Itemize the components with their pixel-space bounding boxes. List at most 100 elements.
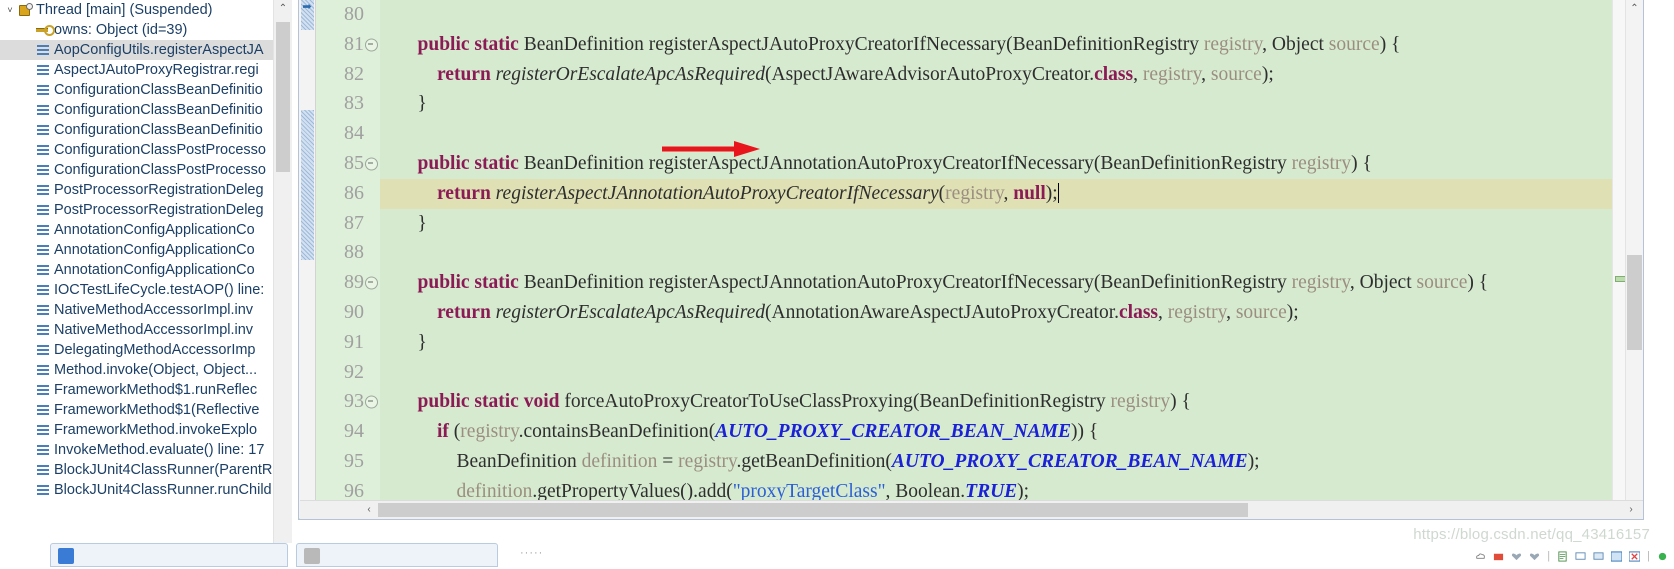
code-token: static bbox=[474, 152, 519, 174]
stack-frame-row[interactable]: ConfigurationClassPostProcesso bbox=[0, 140, 274, 160]
scroll-up-icon[interactable]: ⌃ bbox=[274, 0, 292, 18]
stack-frame-label: ConfigurationClassBeanDefinitio bbox=[54, 82, 263, 98]
stack-frame-icon bbox=[34, 240, 52, 260]
code-line[interactable]: public static BeanDefinition registerAsp… bbox=[380, 268, 1643, 298]
stack-frame-row[interactable]: owns: Object (id=39) bbox=[0, 20, 274, 40]
stack-frame-label: NativeMethodAccessorImpl.inv bbox=[54, 302, 254, 318]
stack-frame-row[interactable]: BlockJUnit4ClassRunner.runChild bbox=[0, 480, 274, 500]
fold-collapse-icon[interactable] bbox=[365, 395, 378, 409]
code-token: , bbox=[1003, 182, 1014, 204]
scrollbar-thumb[interactable] bbox=[1627, 255, 1642, 350]
code-line[interactable]: } bbox=[380, 89, 1643, 119]
stack-frame-row[interactable]: AspectJAutoProxyRegistrar.regi bbox=[0, 60, 274, 80]
stack-frame-row[interactable]: AnnotationConfigApplicationCo bbox=[0, 240, 274, 260]
taskbar-app-icon[interactable] bbox=[58, 548, 74, 564]
line-number: 81 bbox=[316, 30, 380, 60]
tray-heart-icon[interactable] bbox=[1511, 551, 1522, 562]
code-token: ); bbox=[1045, 182, 1058, 204]
fold-collapse-icon[interactable] bbox=[365, 157, 378, 171]
stack-frame-row[interactable]: ConfigurationClassBeanDefinitio bbox=[0, 100, 274, 120]
code-line[interactable]: return registerOrEscalateApcAsRequired(A… bbox=[380, 60, 1643, 90]
taskbar-window-1[interactable] bbox=[50, 543, 288, 567]
stack-frame-icon bbox=[34, 380, 52, 400]
stack-frame-row[interactable]: FrameworkMethod.invokeExplo bbox=[0, 420, 274, 440]
scrollbar-thumb[interactable] bbox=[276, 22, 290, 172]
fold-collapse-icon[interactable] bbox=[365, 38, 378, 52]
stack-frame-row[interactable]: PostProcessorRegistrationDeleg bbox=[0, 200, 274, 220]
code-line[interactable] bbox=[380, 238, 1643, 268]
tray-window-icon[interactable] bbox=[1611, 550, 1623, 562]
stack-frame-row[interactable]: ConfigurationClassPostProcesso bbox=[0, 160, 274, 180]
expand-chevron-icon[interactable]: ˅ bbox=[4, 0, 16, 20]
code-token: registry bbox=[1142, 63, 1202, 85]
stack-frame-icon bbox=[34, 100, 52, 120]
tray-mail-icon[interactable] bbox=[1493, 551, 1504, 562]
stack-frame-row[interactable]: ˅ Thread [main] (Suspended) bbox=[0, 0, 274, 20]
editor-horizontal-scrollbar[interactable]: ‹ › bbox=[300, 500, 1643, 519]
scroll-left-icon[interactable]: ‹ bbox=[360, 501, 378, 519]
code-line[interactable]: BeanDefinition definition = registry.get… bbox=[380, 447, 1643, 477]
editor-vertical-scrollbar[interactable]: ⌃ ⌄ bbox=[1612, 0, 1643, 518]
stack-frame-label: AopConfigUtils.registerAspectJA bbox=[54, 42, 264, 58]
line-number: 90 bbox=[316, 298, 380, 328]
fold-collapse-icon[interactable] bbox=[365, 276, 378, 290]
stack-frame-row[interactable]: ConfigurationClassBeanDefinitio bbox=[0, 120, 274, 140]
stack-frame-row[interactable]: NativeMethodAccessorImpl.inv bbox=[0, 320, 274, 340]
code-line[interactable]: } bbox=[380, 328, 1643, 358]
stack-frame-row[interactable]: DelegatingMethodAccessorImp bbox=[0, 340, 274, 360]
tray-heart-icon[interactable] bbox=[1529, 551, 1540, 562]
stack-frame-label: PostProcessorRegistrationDeleg bbox=[54, 202, 264, 218]
stack-frame-icon bbox=[34, 480, 52, 500]
stack-frame-row[interactable]: PostProcessorRegistrationDeleg bbox=[0, 180, 274, 200]
code-line-current[interactable]: return registerAspectJAnnotationAutoProx… bbox=[380, 178, 1643, 209]
stack-frame-row[interactable]: FrameworkMethod$1(Reflective bbox=[0, 400, 274, 420]
stack-frame-row[interactable]: AopConfigUtils.registerAspectJA bbox=[0, 40, 274, 60]
stack-frame-row[interactable]: IOCTestLifeCycle.testAOP() line: bbox=[0, 280, 274, 300]
stack-frame-row[interactable]: FrameworkMethod$1.runReflec bbox=[0, 380, 274, 400]
stack-frame-row[interactable]: InvokeMethod.evaluate() line: 17 bbox=[0, 440, 274, 460]
tray-monitor-icon[interactable] bbox=[1575, 551, 1586, 562]
code-token: ); bbox=[1247, 450, 1260, 472]
stack-frame-label: AnnotationConfigApplicationCo bbox=[54, 242, 255, 258]
stack-frame-list[interactable]: ˅ Thread [main] (Suspended) owns: Object (… bbox=[0, 0, 274, 569]
scroll-up-icon[interactable]: ⌃ bbox=[1626, 0, 1643, 17]
stack-frame-row[interactable]: AnnotationConfigApplicationCo bbox=[0, 260, 274, 280]
stack-frame-row[interactable]: ConfigurationClassBeanDefinitio bbox=[0, 80, 274, 100]
stack-frame-row[interactable]: AnnotationConfigApplicationCo bbox=[0, 220, 274, 240]
code-token: public bbox=[417, 272, 470, 294]
code-token: class bbox=[1119, 301, 1159, 323]
tray-cloud-icon[interactable] bbox=[1475, 551, 1486, 562]
stack-vertical-scrollbar[interactable]: ⌃ ⌄ bbox=[273, 0, 292, 569]
code-token: public bbox=[417, 33, 470, 55]
annotation-ruler[interactable]: ➡ bbox=[299, 0, 316, 518]
code-token: null bbox=[1013, 182, 1046, 204]
line-number: 88 bbox=[316, 238, 380, 268]
tray-document-icon[interactable] bbox=[1557, 550, 1568, 562]
taskbar-app-icon[interactable] bbox=[304, 548, 320, 564]
stack-frame-row[interactable]: BlockJUnit4ClassRunner(ParentR bbox=[0, 460, 274, 480]
code-line[interactable]: public static BeanDefinition registerAsp… bbox=[380, 149, 1643, 179]
code-token: return bbox=[437, 63, 491, 85]
code-line[interactable] bbox=[380, 119, 1643, 149]
eclipse-debug-window: ˅ Thread [main] (Suspended) owns: Object (… bbox=[0, 0, 1674, 569]
code-line[interactable]: } bbox=[380, 209, 1643, 239]
code-line[interactable]: return registerOrEscalateApcAsRequired(A… bbox=[380, 298, 1643, 328]
tray-status-icon[interactable] bbox=[1657, 551, 1668, 562]
taskbar-window-2[interactable] bbox=[296, 543, 498, 567]
code-line[interactable] bbox=[380, 0, 1643, 30]
scroll-right-icon[interactable]: › bbox=[1622, 501, 1640, 519]
code-line[interactable]: public static BeanDefinition registerAsp… bbox=[380, 30, 1643, 60]
code-token: BeanDefinition bbox=[456, 450, 582, 472]
stack-frame-row[interactable]: NativeMethodAccessorImpl.inv bbox=[0, 300, 274, 320]
stack-frame-label: AspectJAutoProxyRegistrar.regi bbox=[54, 62, 259, 78]
stack-frame-row[interactable]: Method.invoke(Object, Object... bbox=[0, 360, 274, 380]
code-line[interactable] bbox=[380, 358, 1643, 388]
code-text-area[interactable]: public static BeanDefinition registerAsp… bbox=[380, 0, 1643, 518]
scrollbar-thumb[interactable] bbox=[378, 503, 1248, 517]
code-line[interactable]: if (registry.containsBeanDefinition(AUTO… bbox=[380, 417, 1643, 447]
tray-screen-share-icon[interactable] bbox=[1593, 551, 1604, 562]
code-line[interactable]: public static void forceAutoProxyCreator… bbox=[380, 387, 1643, 417]
vertical-scroll-track[interactable]: ⌃ ⌄ bbox=[1625, 0, 1643, 518]
tray-excel-icon[interactable] bbox=[1629, 550, 1641, 562]
